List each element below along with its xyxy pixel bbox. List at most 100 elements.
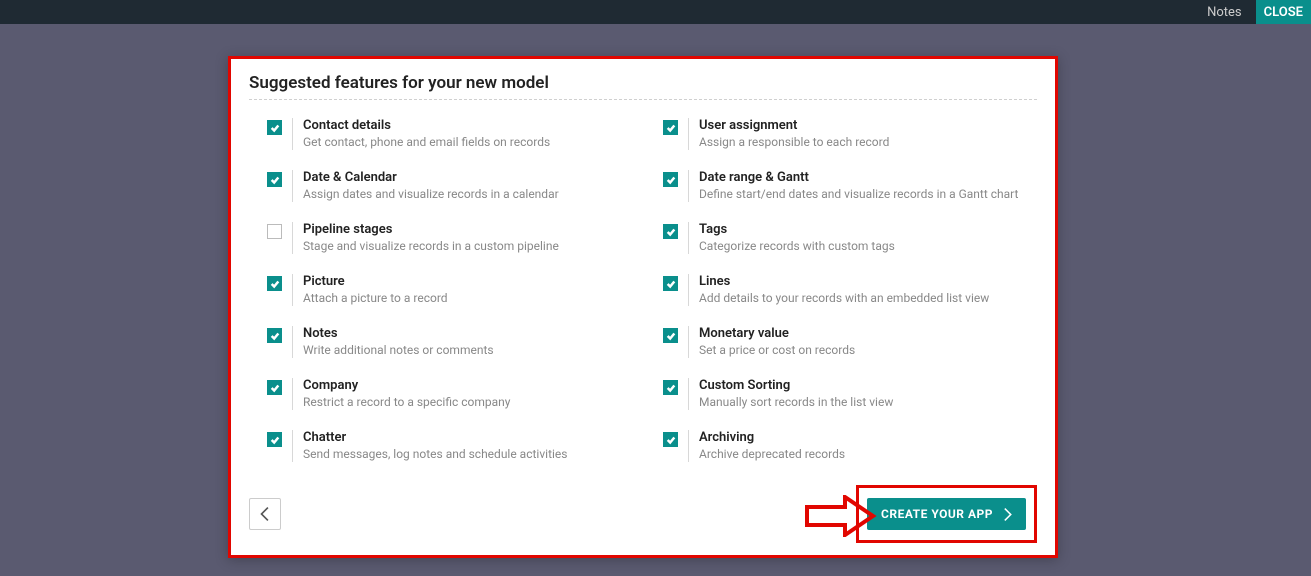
divider [292, 170, 293, 202]
feature-title: Date range & Gantt [699, 170, 1018, 185]
divider [688, 430, 689, 462]
feature-checkbox[interactable] [663, 380, 678, 395]
feature-checkbox[interactable] [267, 224, 282, 239]
feature-checkbox[interactable] [663, 224, 678, 239]
feature-checkbox[interactable] [663, 328, 678, 343]
feature-text: Archiving Archive deprecated records [699, 430, 845, 461]
feature-row: Monetary value Set a price or cost on rec… [663, 326, 1019, 358]
feature-text: Chatter Send messages, log notes and sche… [303, 430, 567, 461]
feature-checkbox[interactable] [267, 328, 282, 343]
feature-row: Company Restrict a record to a specific c… [267, 378, 623, 410]
feature-row: Date range & Gantt Define start/end dates… [663, 170, 1019, 202]
feature-title: Archiving [699, 430, 845, 445]
feature-row: Tags Categorize records with custom tags [663, 222, 1019, 254]
chevron-right-icon [1003, 508, 1012, 521]
feature-row: Custom Sorting Manually sort records in t… [663, 378, 1019, 410]
feature-text: Lines Add details to your records with an… [699, 274, 989, 305]
dialog-footer: CREATE YOUR APP [249, 485, 1037, 543]
divider [292, 378, 293, 410]
feature-text: Company Restrict a record to a specific c… [303, 378, 510, 409]
feature-checkbox[interactable] [663, 276, 678, 291]
features-dialog: Suggested features for your new model Co… [228, 56, 1058, 558]
feature-row: User assignment Assign a responsible to e… [663, 118, 1019, 150]
feature-description: Send messages, log notes and schedule ac… [303, 447, 567, 461]
feature-description: Categorize records with custom tags [699, 239, 895, 253]
create-button-highlight: CREATE YOUR APP [856, 485, 1037, 543]
features-grid: Contact details Get contact, phone and em… [249, 118, 1037, 482]
feature-description: Assign dates and visualize records in a … [303, 187, 559, 201]
feature-text: Notes Write additional notes or comments [303, 326, 494, 357]
feature-title: Monetary value [699, 326, 855, 341]
feature-text: Date range & Gantt Define start/end dates… [699, 170, 1018, 201]
feature-row: Date & Calendar Assign dates and visualiz… [267, 170, 623, 202]
divider [688, 274, 689, 306]
divider [292, 222, 293, 254]
feature-checkbox[interactable] [267, 432, 282, 447]
feature-description: Write additional notes or comments [303, 343, 494, 357]
feature-row: Notes Write additional notes or comments [267, 326, 623, 358]
feature-checkbox[interactable] [267, 172, 282, 187]
create-app-label: CREATE YOUR APP [881, 507, 993, 521]
feature-description: Stage and visualize records in a custom … [303, 239, 559, 253]
feature-title: Date & Calendar [303, 170, 559, 185]
close-button[interactable]: CLOSE [1256, 0, 1311, 24]
feature-title: User assignment [699, 118, 889, 133]
feature-description: Get contact, phone and email fields on r… [303, 135, 550, 149]
divider [292, 430, 293, 462]
divider [292, 274, 293, 306]
feature-title: Picture [303, 274, 448, 289]
feature-title: Contact details [303, 118, 550, 133]
feature-text: Monetary value Set a price or cost on rec… [699, 326, 855, 357]
feature-row: Contact details Get contact, phone and em… [267, 118, 623, 150]
feature-description: Manually sort records in the list view [699, 395, 893, 409]
feature-title: Chatter [303, 430, 567, 445]
top-bar: Notes CLOSE [0, 0, 1311, 24]
notes-link[interactable]: Notes [1193, 5, 1256, 20]
features-column-right: User assignment Assign a responsible to e… [663, 118, 1019, 482]
chevron-left-icon [260, 507, 270, 521]
feature-checkbox[interactable] [267, 120, 282, 135]
divider [688, 118, 689, 150]
feature-checkbox[interactable] [663, 432, 678, 447]
feature-row: Archiving Archive deprecated records [663, 430, 1019, 462]
divider [688, 378, 689, 410]
feature-title: Pipeline stages [303, 222, 559, 237]
dialog-title: Suggested features for your new model [249, 73, 1037, 100]
divider [292, 326, 293, 358]
feature-description: Set a price or cost on records [699, 343, 855, 357]
feature-text: Pipeline stages Stage and visualize recor… [303, 222, 559, 253]
divider [688, 170, 689, 202]
back-button[interactable] [249, 498, 281, 530]
feature-description: Define start/end dates and visualize rec… [699, 187, 1018, 201]
features-column-left: Contact details Get contact, phone and em… [267, 118, 623, 482]
annotation-arrow [805, 495, 877, 541]
feature-description: Add details to your records with an embe… [699, 291, 989, 305]
feature-row: Picture Attach a picture to a record [267, 274, 623, 306]
feature-title: Company [303, 378, 510, 393]
feature-description: Assign a responsible to each record [699, 135, 889, 149]
feature-description: Restrict a record to a specific company [303, 395, 510, 409]
feature-checkbox[interactable] [663, 120, 678, 135]
feature-title: Custom Sorting [699, 378, 893, 393]
feature-row: Chatter Send messages, log notes and sche… [267, 430, 623, 462]
feature-text: User assignment Assign a responsible to e… [699, 118, 889, 149]
feature-description: Archive deprecated records [699, 447, 845, 461]
feature-title: Tags [699, 222, 895, 237]
feature-text: Date & Calendar Assign dates and visualiz… [303, 170, 559, 201]
feature-checkbox[interactable] [267, 380, 282, 395]
feature-checkbox[interactable] [663, 172, 678, 187]
feature-title: Lines [699, 274, 989, 289]
divider [688, 222, 689, 254]
feature-title: Notes [303, 326, 494, 341]
feature-checkbox[interactable] [267, 276, 282, 291]
feature-text: Custom Sorting Manually sort records in t… [699, 378, 893, 409]
feature-text: Picture Attach a picture to a record [303, 274, 448, 305]
divider [292, 118, 293, 150]
feature-description: Attach a picture to a record [303, 291, 448, 305]
feature-row: Pipeline stages Stage and visualize recor… [267, 222, 623, 254]
divider [688, 326, 689, 358]
feature-row: Lines Add details to your records with an… [663, 274, 1019, 306]
feature-text: Tags Categorize records with custom tags [699, 222, 895, 253]
feature-text: Contact details Get contact, phone and em… [303, 118, 550, 149]
create-app-button[interactable]: CREATE YOUR APP [867, 498, 1026, 530]
